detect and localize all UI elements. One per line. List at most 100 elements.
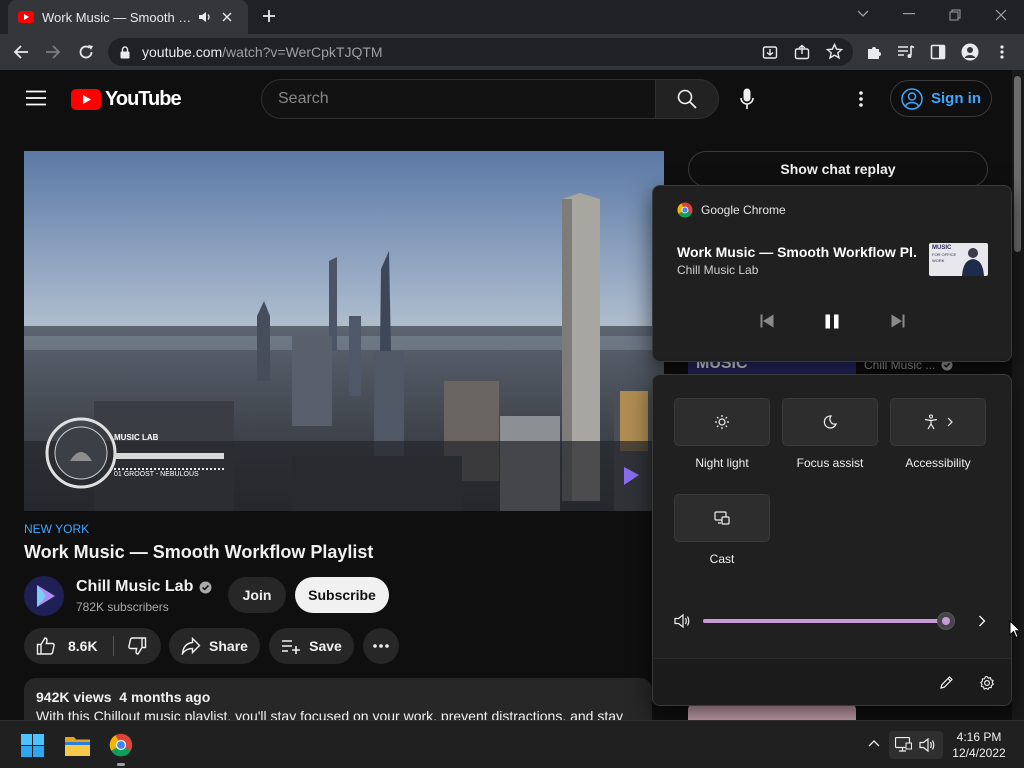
youtube-play-logo-icon [71, 89, 101, 110]
youtube-logo[interactable]: YouTube [71, 88, 182, 111]
bookmark-star-icon[interactable] [826, 43, 843, 60]
join-button[interactable]: Join [228, 577, 286, 613]
next-track-icon[interactable] [891, 314, 905, 328]
thumbs-down-icon [127, 636, 147, 656]
speaker-icon[interactable] [674, 613, 692, 629]
sign-in-label: Sign in [931, 90, 981, 107]
chrome-logo-icon [677, 202, 693, 218]
media-source-name: Google Chrome [701, 203, 786, 217]
microphone-icon [740, 88, 754, 110]
channel-logo-icon [24, 576, 64, 616]
extensions-icon[interactable] [866, 44, 882, 60]
search-button[interactable] [655, 79, 719, 119]
media-source: Google Chrome [677, 202, 786, 218]
thumbs-up-icon [36, 636, 56, 656]
back-icon[interactable] [13, 44, 29, 60]
install-app-icon[interactable] [762, 44, 778, 60]
youtube-wordmark: YouTube [105, 88, 182, 110]
mouse-cursor-icon [1009, 620, 1021, 639]
chrome-menu-icon[interactable] [999, 44, 1005, 60]
restore-icon[interactable] [949, 9, 961, 21]
window-close-icon[interactable] [995, 9, 1007, 21]
accessibility-button[interactable] [890, 398, 986, 446]
cast-button[interactable] [674, 494, 770, 542]
lock-icon[interactable] [120, 45, 130, 59]
share-page-icon[interactable] [794, 44, 810, 60]
youtube-favicon-icon [18, 11, 34, 23]
channel-name-row[interactable]: Chill Music Lab [76, 578, 212, 596]
focus-assist-label: Focus assist [796, 456, 864, 470]
windows-taskbar: 4:16 PM 12/4/2022 [0, 720, 1024, 768]
channel-avatar[interactable] [24, 576, 64, 616]
clock-time: 4:16 PM [956, 730, 1002, 744]
forward-icon[interactable] [45, 44, 61, 60]
minimize-icon[interactable] [903, 13, 915, 15]
description-box[interactable]: 942K views 4 months ago With this Chillo… [24, 678, 652, 720]
video-overlay-track: 01 GROOST - NEBULOUS [114, 471, 199, 478]
save-button[interactable]: Save [269, 628, 354, 664]
volume-slider-track[interactable] [703, 612, 955, 630]
reload-icon[interactable] [78, 44, 94, 60]
cast-icon [714, 510, 730, 526]
browser-tab[interactable]: Work Music — Smooth Workflow Playlist [8, 0, 248, 34]
pause-icon[interactable] [825, 314, 839, 329]
media-artist: Chill Music Lab [677, 263, 759, 277]
tab-close-icon[interactable] [222, 12, 232, 22]
brightness-icon [714, 414, 730, 430]
edit-pencil-icon[interactable] [939, 675, 954, 690]
settings-more-icon[interactable] [858, 90, 864, 108]
channel-name: Chill Music Lab [76, 578, 194, 595]
save-label: Save [309, 638, 342, 654]
media-thumbnail: MUSIC FOR OFFICE WORK [929, 243, 988, 276]
profile-icon[interactable] [961, 43, 979, 61]
quick-settings-flyout: Night light Focus assist Accessibility C… [652, 374, 1012, 706]
url-host: youtube.com [142, 44, 223, 60]
night-light-toggle[interactable] [674, 398, 770, 446]
moon-icon [822, 414, 838, 430]
hamburger-menu-icon[interactable] [26, 90, 46, 106]
sign-in-button[interactable]: Sign in [890, 80, 992, 117]
chrome-taskbar-icon[interactable] [109, 733, 133, 757]
accessibility-icon [923, 414, 939, 430]
clock[interactable]: 4:16 PM 12/4/2022 [948, 729, 1010, 761]
like-button[interactable]: 8.6K [24, 628, 112, 664]
like-count: 8.6K [68, 638, 98, 654]
new-tab-icon[interactable] [262, 9, 276, 23]
video-title: Work Music — Smooth Workflow Playlist [24, 542, 374, 562]
dislike-button[interactable] [116, 628, 158, 664]
share-label: Share [209, 638, 248, 654]
windows-start-icon[interactable] [21, 734, 44, 757]
media-thumbnail-person-icon [962, 248, 984, 276]
network-icon [895, 737, 912, 752]
settings-gear-icon[interactable] [979, 675, 995, 691]
address-bar[interactable]: youtube.com/watch?v=WerCpkTJQTM [108, 38, 853, 66]
volume-slider-thumb[interactable] [936, 612, 955, 630]
media-controls-flyout: Google Chrome Work Music — Smooth Workfl… [652, 185, 1012, 362]
media-control-icon[interactable] [897, 44, 915, 60]
audio-playing-icon[interactable] [198, 11, 212, 23]
search-input[interactable]: Search [261, 79, 656, 119]
file-explorer-icon[interactable] [65, 735, 90, 756]
subscribe-button[interactable]: Subscribe [295, 577, 389, 613]
share-arrow-icon [181, 637, 201, 655]
audio-output-chevron-icon[interactable] [978, 615, 986, 627]
focus-assist-toggle[interactable] [782, 398, 878, 446]
media-thumbnail-text-1: MUSIC [932, 245, 952, 251]
show-hidden-icons-chevron-icon[interactable] [868, 739, 880, 747]
video-player[interactable]: MUSIC LAB 01 GROOST - NEBULOUS [24, 151, 664, 511]
quick-settings-footer [653, 658, 1011, 705]
media-thumbnail-text-3: WORK [932, 258, 945, 263]
side-panel-icon[interactable] [930, 44, 946, 60]
show-chat-replay-button[interactable]: Show chat replay [688, 151, 988, 187]
hashtag-link[interactable]: NEW YORK [24, 522, 89, 536]
add-to-playlist-icon [281, 638, 301, 654]
like-dislike-group: 8.6K [24, 628, 161, 664]
city-skyline-frame [24, 151, 664, 511]
share-button[interactable]: Share [169, 628, 260, 664]
tab-search-icon[interactable] [857, 10, 869, 18]
more-actions-button[interactable] [363, 628, 399, 664]
scrollbar-thumb[interactable] [1014, 76, 1021, 252]
previous-track-icon[interactable] [760, 314, 774, 328]
description-text: With this Chillout music playlist, you'l… [36, 708, 624, 720]
voice-search-button[interactable] [728, 80, 766, 118]
